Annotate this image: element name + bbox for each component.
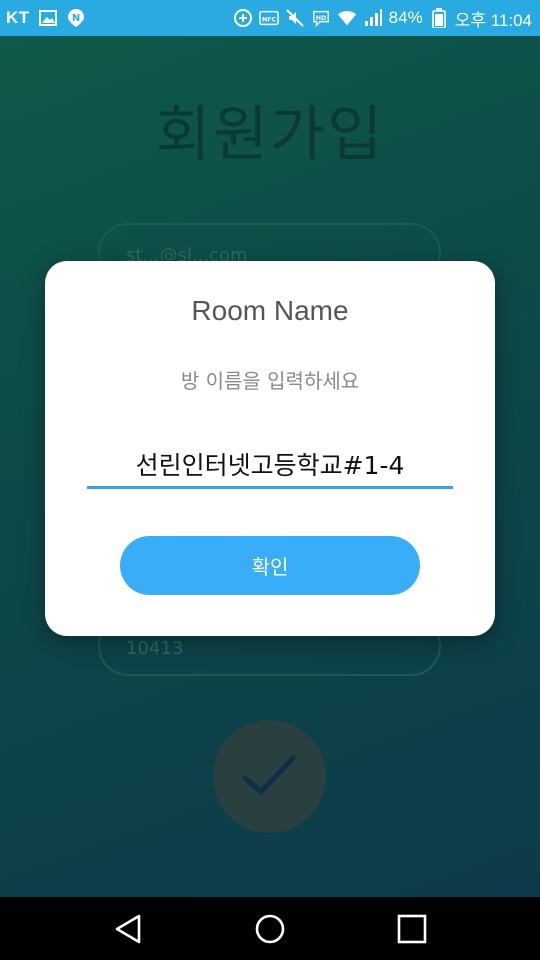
battery-icon [429,8,449,28]
gallery-icon [38,8,58,28]
nfc-icon: NFC [258,8,279,28]
carrier-label: KT [6,8,30,27]
battery-percent: 84% [388,8,423,27]
room-name-dialog: Room Name 방 이름을 입력하세요 확인 [45,261,495,636]
dialog-message: 방 이름을 입력하세요 [180,369,360,393]
signup-title: 회원가입 [155,100,385,170]
submit-check-button[interactable] [213,720,326,833]
wifi-icon [337,8,357,28]
navigation-bar [0,897,540,960]
status-bar: KT N NFC HD 84% 오후 11:04 [0,0,540,36]
student-id-field-text: 10413 [126,638,184,659]
svg-text:NFC: NFC [262,17,277,24]
data-saver-icon [233,8,253,28]
room-name-input[interactable] [87,441,453,489]
mute-icon [285,8,305,28]
home-icon [255,914,285,943]
check-icon [242,755,296,795]
hd-voice-icon: HD [311,8,331,28]
home-button[interactable] [230,897,310,960]
back-button[interactable] [88,897,168,960]
naver-icon: N [66,8,86,28]
svg-text:N: N [71,13,79,24]
back-icon [115,914,141,943]
svg-text:HD: HD [315,15,326,22]
confirm-button[interactable]: 확인 [120,536,420,595]
recent-apps-icon [397,914,427,943]
dialog-title: Room Name [191,295,349,326]
signal-icon [363,8,383,28]
recent-apps-button[interactable] [372,897,452,960]
clock: 오후 11:04 [454,10,532,30]
